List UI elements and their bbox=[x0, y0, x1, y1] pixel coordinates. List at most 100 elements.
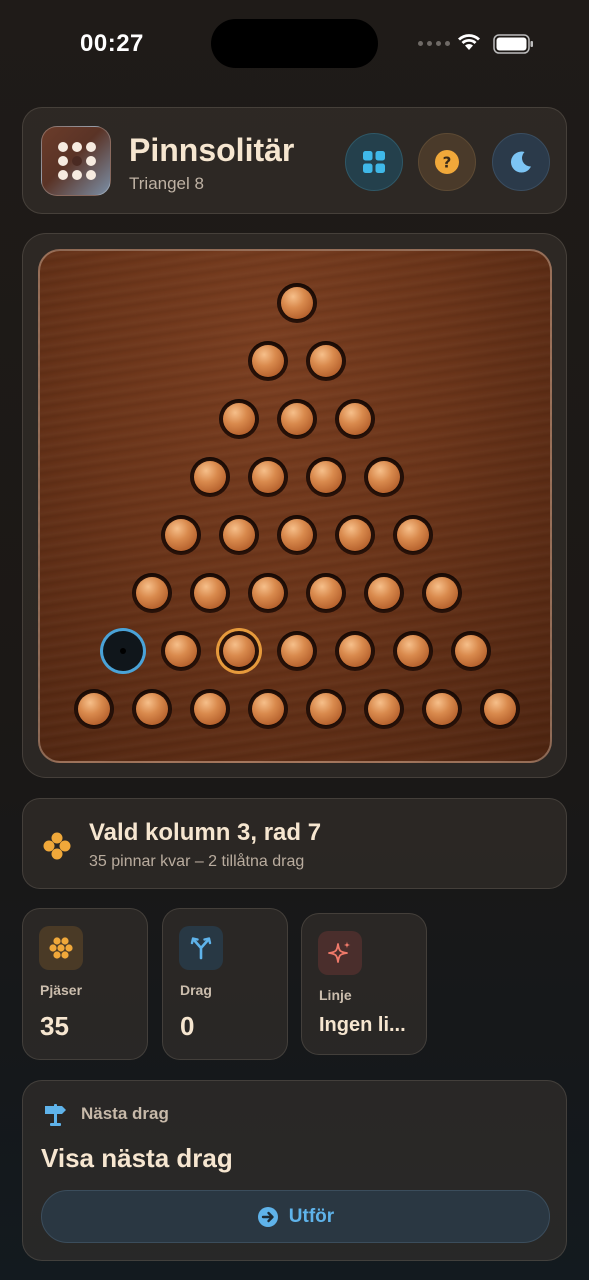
peg-hole[interactable] bbox=[306, 689, 346, 729]
peg-hole[interactable] bbox=[306, 341, 346, 381]
grid-button[interactable] bbox=[345, 133, 403, 191]
peg-hole[interactable] bbox=[393, 515, 433, 555]
peg[interactable] bbox=[281, 403, 313, 435]
peg[interactable] bbox=[368, 461, 400, 493]
peg-hole[interactable] bbox=[190, 573, 230, 613]
peg-hole[interactable] bbox=[277, 515, 317, 555]
peg-hole[interactable] bbox=[335, 631, 375, 671]
peg[interactable] bbox=[310, 693, 342, 725]
peg[interactable] bbox=[426, 577, 458, 609]
peg-hole[interactable] bbox=[190, 689, 230, 729]
peg-hole[interactable] bbox=[277, 283, 317, 323]
peg[interactable] bbox=[339, 403, 371, 435]
peg[interactable] bbox=[194, 577, 226, 609]
peg[interactable] bbox=[252, 345, 284, 377]
peg-hole[interactable] bbox=[248, 457, 288, 497]
peg[interactable] bbox=[397, 635, 429, 667]
peg-hole[interactable] bbox=[277, 399, 317, 439]
stat-card-line: Linje Ingen li... bbox=[301, 913, 427, 1055]
peg-hole[interactable] bbox=[480, 689, 520, 729]
peg[interactable] bbox=[426, 693, 458, 725]
svg-text:?: ? bbox=[443, 154, 452, 172]
peg[interactable] bbox=[252, 577, 284, 609]
execute-button[interactable]: Utför bbox=[41, 1190, 550, 1243]
peg-hole[interactable] bbox=[277, 631, 317, 671]
selection-subtitle: 35 pinnar kvar – 2 tillåtna drag bbox=[89, 853, 305, 870]
peg-hole[interactable] bbox=[190, 457, 230, 497]
next-move-card: Nästa drag Visa nästa drag Utför bbox=[22, 1080, 567, 1261]
peg-hole[interactable] bbox=[335, 399, 375, 439]
peg-hole[interactable] bbox=[248, 689, 288, 729]
peg[interactable] bbox=[165, 635, 197, 667]
peg[interactable] bbox=[339, 519, 371, 551]
stat-label: Pjäser bbox=[40, 982, 83, 998]
peg[interactable] bbox=[310, 345, 342, 377]
peg[interactable] bbox=[310, 577, 342, 609]
game-board[interactable] bbox=[38, 249, 552, 763]
next-move-label: Nästa drag bbox=[81, 1104, 169, 1123]
dynamic-island bbox=[211, 19, 378, 68]
peg-hole[interactable] bbox=[219, 399, 259, 439]
header-card: Pinnsolitär Triangel 8 ? bbox=[22, 107, 567, 214]
help-button[interactable]: ? bbox=[418, 133, 476, 191]
peg-hole[interactable] bbox=[393, 631, 433, 671]
peg[interactable] bbox=[194, 461, 226, 493]
peg-hole[interactable] bbox=[422, 689, 462, 729]
peg-hole[interactable] bbox=[74, 689, 114, 729]
app-icon bbox=[41, 126, 111, 196]
peg[interactable] bbox=[281, 287, 313, 319]
peg-hole[interactable] bbox=[364, 573, 404, 613]
board-variant-subtitle: Triangel 8 bbox=[129, 174, 204, 193]
peg-hole[interactable] bbox=[335, 515, 375, 555]
stat-value: 0 bbox=[180, 1011, 195, 1041]
signpost-icon bbox=[45, 1104, 66, 1126]
peg[interactable] bbox=[136, 577, 168, 609]
peg-hole[interactable] bbox=[306, 457, 346, 497]
peg-hole[interactable] bbox=[161, 631, 201, 671]
peg[interactable] bbox=[368, 693, 400, 725]
peg[interactable] bbox=[223, 519, 255, 551]
peg[interactable] bbox=[194, 693, 226, 725]
merge-arrow-icon bbox=[179, 926, 223, 970]
peg[interactable] bbox=[281, 519, 313, 551]
peg[interactable] bbox=[223, 635, 255, 667]
peg[interactable] bbox=[310, 461, 342, 493]
theme-button[interactable] bbox=[492, 133, 550, 191]
peg-hole[interactable] bbox=[132, 573, 172, 613]
peg[interactable] bbox=[455, 635, 487, 667]
peg[interactable] bbox=[397, 519, 429, 551]
peg[interactable] bbox=[223, 403, 255, 435]
peg[interactable] bbox=[78, 693, 110, 725]
next-move-title[interactable]: Visa nästa drag bbox=[41, 1143, 233, 1174]
peg[interactable] bbox=[252, 461, 284, 493]
peg-cluster-icon bbox=[43, 832, 71, 860]
board-card bbox=[22, 233, 567, 778]
peg-hole[interactable] bbox=[422, 573, 462, 613]
peg-hole[interactable] bbox=[364, 457, 404, 497]
target-hole[interactable] bbox=[103, 631, 143, 671]
peg[interactable] bbox=[484, 693, 516, 725]
peg-hole[interactable] bbox=[161, 515, 201, 555]
peg[interactable] bbox=[136, 693, 168, 725]
selected-peg-hole[interactable] bbox=[219, 631, 259, 671]
peg-hole[interactable] bbox=[451, 631, 491, 671]
stat-label: Drag bbox=[180, 982, 212, 998]
peg-hole[interactable] bbox=[248, 573, 288, 613]
moon-icon bbox=[510, 151, 531, 173]
peg-hole[interactable] bbox=[248, 341, 288, 381]
peg[interactable] bbox=[339, 635, 371, 667]
peg-hole[interactable] bbox=[306, 573, 346, 613]
sparkles-icon bbox=[318, 931, 362, 975]
peg[interactable] bbox=[281, 635, 313, 667]
peg[interactable] bbox=[165, 519, 197, 551]
stat-value: 35 bbox=[40, 1011, 69, 1041]
stat-card-pieces: Pjäser 35 bbox=[22, 908, 148, 1060]
peg-hole[interactable] bbox=[219, 515, 259, 555]
peg[interactable] bbox=[252, 693, 284, 725]
stat-label: Linje bbox=[319, 987, 352, 1003]
stat-value: Ingen li... bbox=[319, 1014, 406, 1036]
peg-hole[interactable] bbox=[364, 689, 404, 729]
peg-hole[interactable] bbox=[132, 689, 172, 729]
grid-icon bbox=[363, 151, 385, 173]
peg[interactable] bbox=[368, 577, 400, 609]
